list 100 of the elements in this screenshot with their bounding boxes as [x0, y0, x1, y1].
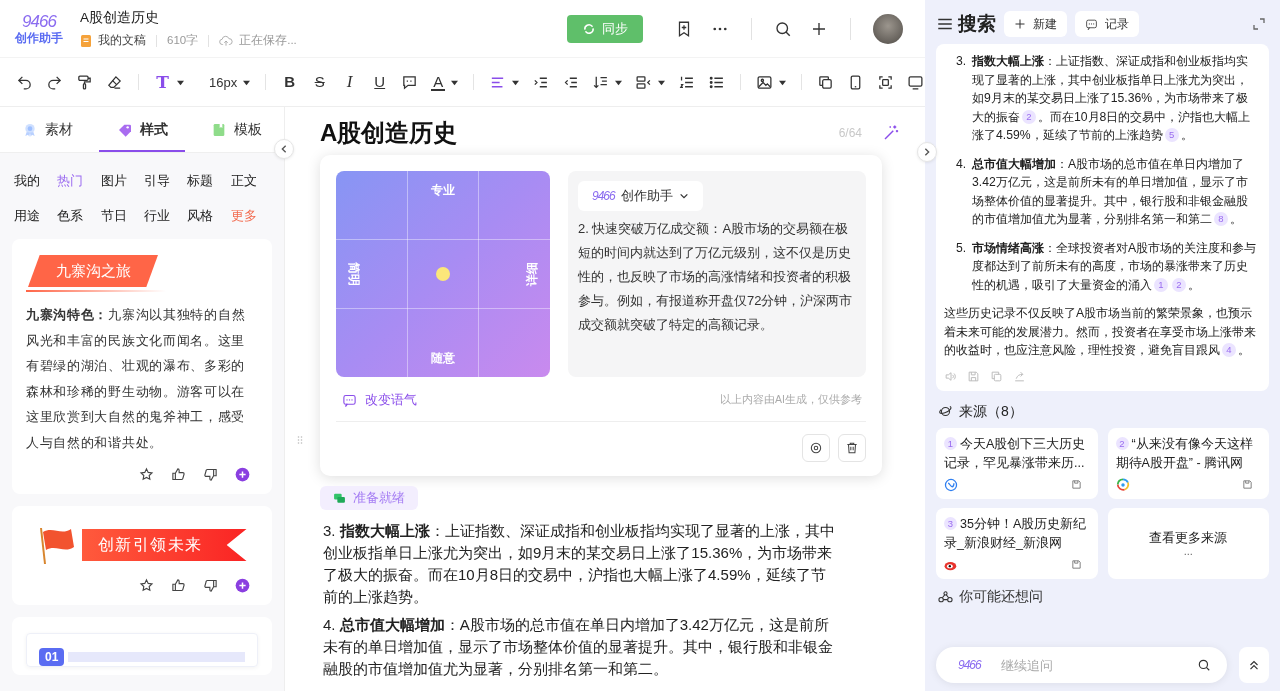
source-card[interactable]: 1 今天A股创下三大历史记录，罕见暴涨带来历...	[936, 427, 1098, 499]
save-icon[interactable]	[1070, 559, 1082, 570]
style-card[interactable]: 九寨沟之旅 九寨沟特色：九寨沟以其独特的自然风光和丰富的民族文化而闻名。这里有碧绿的湖泊、壮观的瀑布、多彩的森林和珍稀的野生动物。游客可以在这里欣赏到大自然的鬼斧神工，感受人与自然的和谐共处。	[12, 239, 272, 494]
thumbs-up-icon[interactable]	[171, 467, 186, 482]
app-logo[interactable]: 9466 创作助手	[15, 13, 63, 44]
caret-icon[interactable]	[512, 78, 520, 86]
caret-icon[interactable]	[615, 78, 623, 86]
source-card[interactable]: 3 35分钟！A股历史新纪录_新浪财经_新浪网	[936, 507, 1098, 579]
scan-icon[interactable]	[877, 73, 895, 91]
category-tab[interactable]: 引导	[144, 163, 188, 198]
category-tab[interactable]: 风格	[187, 198, 231, 233]
style-card[interactable]: 创新引领未来	[12, 506, 272, 605]
category-tab[interactable]: 我的	[14, 163, 58, 198]
source-title[interactable]: 2 “从来没有像今天这样期待A股开盘” - 腾讯网	[1115, 434, 1261, 473]
source-title[interactable]: 1 今天A股创下三大历史记录，罕见暴涨带来历...	[944, 434, 1090, 473]
caret-icon[interactable]	[658, 78, 666, 86]
eraser-icon[interactable]	[106, 73, 123, 91]
expand-icon[interactable]	[1253, 18, 1265, 30]
thumbs-down-icon[interactable]	[203, 467, 218, 482]
text-style-button[interactable]: T	[154, 73, 171, 91]
source-card[interactable]: 2 “从来没有像今天这样期待A股开盘” - 腾讯网	[1107, 427, 1269, 499]
comment-icon[interactable]	[401, 73, 419, 91]
copy-icon[interactable]	[817, 73, 835, 91]
plus-circle-icon[interactable]	[235, 578, 250, 593]
caret-icon[interactable]	[779, 78, 787, 86]
ai-disclaimer: 以上内容由AI生成，仅供参考	[720, 393, 862, 407]
folder-link[interactable]: 我的文稿	[98, 33, 146, 48]
follow-up-input[interactable]: 继续追问	[1000, 657, 1177, 673]
category-tab[interactable]: 节日	[100, 198, 144, 233]
caret-icon[interactable]	[451, 78, 459, 86]
chevron-left-icon	[279, 144, 289, 154]
font-size-dropdown[interactable]: 16px	[209, 74, 238, 90]
panel-tab[interactable]: 样式	[98, 107, 186, 152]
nodes-icon	[938, 589, 953, 604]
source-title[interactable]: 3 35分钟！A股历史新纪录_新浪财经_新浪网	[944, 514, 1090, 553]
category-tab[interactable]: 图片	[100, 163, 144, 198]
change-tone-link[interactable]: 改变语气	[342, 391, 417, 409]
panel-tab[interactable]: 素材	[4, 107, 91, 152]
sync-icon	[582, 21, 596, 36]
collapse-button[interactable]	[917, 142, 937, 162]
star-icon[interactable]	[139, 578, 154, 593]
ring-logo-icon	[1115, 477, 1130, 492]
font-color-button[interactable]: A	[431, 73, 446, 91]
document-icon	[80, 34, 92, 47]
category-tab[interactable]: 标题	[187, 163, 231, 198]
chevron-right-icon	[922, 147, 932, 157]
save-icon[interactable]	[1070, 479, 1082, 490]
italic-button[interactable]: I	[341, 73, 359, 91]
plus-circle-icon[interactable]	[235, 467, 250, 482]
document-heading: A股创造历史	[320, 118, 458, 148]
category-tab[interactable]: 行业	[144, 198, 188, 233]
scroll-top-button[interactable]	[1238, 647, 1269, 683]
category-tab[interactable]: 用途	[14, 198, 58, 233]
collapse-button[interactable]	[274, 139, 294, 159]
panel-tab[interactable]: 模板	[193, 107, 280, 152]
category-tab[interactable]: 热门	[57, 163, 101, 198]
ring-logo-icon	[944, 477, 958, 492]
history-button[interactable]: 记录	[1075, 11, 1139, 37]
target-icon	[809, 441, 823, 455]
answer-item-text: 市场情绪高涨：全球投资者对A股市场的关注度和参与度都达到了前所未有的高度，市场的暴涨带来了历史性的机遇，吸引了大量资金的涌入 1 2 。	[972, 239, 1258, 294]
search-icon[interactable]	[1196, 658, 1211, 672]
cloud-upload-icon	[219, 33, 234, 48]
strikethrough-button[interactable]: S	[311, 73, 329, 91]
avatar[interactable]	[873, 13, 903, 44]
star-icon[interactable]	[139, 467, 154, 482]
chevron-down-icon	[678, 191, 689, 201]
locate-button[interactable]	[802, 434, 830, 462]
drag-handle-icon[interactable]	[297, 435, 303, 445]
assistant-logo: 9466	[592, 189, 615, 203]
search-icon[interactable]	[774, 19, 792, 38]
caret-icon[interactable]	[177, 78, 184, 86]
desktop-icon[interactable]	[907, 73, 925, 91]
assistant-dropdown[interactable]: 9466 创作助手	[578, 181, 703, 211]
chat-icon	[1085, 17, 1098, 31]
document-title: A股创造历史	[80, 9, 160, 27]
thumbs-down-icon[interactable]	[203, 578, 218, 593]
position-marker-icon[interactable]	[436, 267, 450, 281]
new-button[interactable]: 新建	[1004, 11, 1067, 37]
title-banner: 九寨沟之旅	[28, 255, 158, 287]
category-tab[interactable]: 色系	[57, 198, 101, 233]
magic-wand-icon[interactable]	[882, 124, 900, 142]
caret-icon[interactable]	[243, 78, 251, 86]
answer-item-text: 指数大幅上涨：上证指数、深证成指和创业板指均实现了显著的上涨，其中创业板指单日上涨尤为突出，如9月末的某交易日上涨了15.36%，为市场带来了极大的振奋 2 。而在10月8日的交易中，沪指也大幅上涨了4.59%，延续了节前的上涨趋势 5 。	[972, 53, 1252, 144]
save-icon[interactable]	[1242, 479, 1253, 490]
more-sources-button[interactable]: 查看更多来源 ...	[1107, 507, 1269, 579]
sources-heading: 来源（8）	[959, 402, 1023, 421]
citation-badge: 3	[944, 516, 957, 530]
format-painter-icon[interactable]	[76, 73, 93, 91]
layout-icon[interactable]	[635, 73, 653, 91]
image-icon[interactable]	[756, 73, 774, 91]
follow-up-field[interactable]: 9466 继续追问	[936, 647, 1227, 683]
chat-icon	[342, 392, 357, 408]
tone-label: 随意	[431, 351, 455, 365]
generated-text: 2. 快速突破万亿成交额：A股市场的交易额在极短的时间内就达到了万亿元级别，这不仅是历史性的，也反映了市场的高涨情绪和投资者的积极参与。例如，有报道称开盘仅72分钟，沪深两市成交额就突破了特定的高额记录。	[578, 220, 854, 334]
style-card[interactable]: 01	[12, 617, 272, 675]
category-tab[interactable]: 正文	[230, 163, 274, 198]
thumbs-up-icon[interactable]	[171, 578, 186, 593]
delete-button[interactable]	[838, 434, 866, 462]
bold-button[interactable]: B	[281, 73, 299, 91]
underline-button[interactable]: U	[371, 73, 389, 91]
